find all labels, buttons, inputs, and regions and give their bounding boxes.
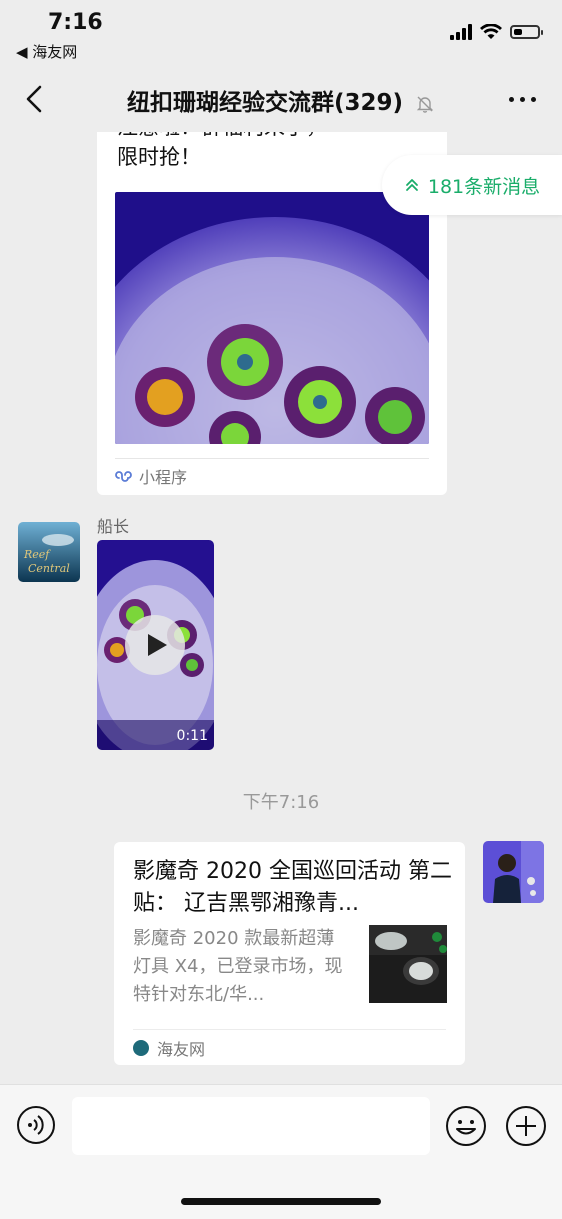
battery-level [514,29,522,35]
message-timestamp: 下午7:16 [242,792,320,813]
battery-icon [510,25,543,39]
new-messages-button[interactable]: 181条新消息 [382,155,562,215]
article-description: 影魔奇 2020 款最新超薄灯具 X4，已登录市场，现特针对东北/华... [133,928,343,1005]
dot [531,97,536,102]
video-message[interactable]: 0:11 [97,540,214,750]
dot [520,97,525,102]
article-link-card[interactable]: 影魔奇 2020 全国巡回活动 第二贴： 辽吉黑鄂湘豫青... 影魔奇 2020… [114,842,465,1065]
status-time: 7:16 [48,10,103,35]
message-input[interactable] [72,1097,430,1155]
wifi-icon [480,24,502,39]
chat-header: 纽扣珊瑚经验交流群(329) [0,66,562,132]
article-title: 影魔奇 2020 全国巡回活动 第二贴： 辽吉黑鄂湘豫青... [133,859,452,916]
my-avatar[interactable] [483,841,544,903]
site-logo-icon [133,1040,149,1056]
article-source: 海友网 [157,1040,206,1059]
coral-photo [115,192,429,444]
svg-text:Central: Central [28,562,70,575]
plus-icon[interactable] [505,1105,547,1147]
card-text: 注意啦！群福利来了， 限时抢！ [117,132,327,172]
voice-icon[interactable] [16,1105,56,1145]
back-to-app-link[interactable]: ◀ 海友网 [16,41,77,62]
article-source-row: 海友网 [133,1036,205,1060]
card-divider [133,1029,446,1030]
miniprogram-label: 小程序 [139,468,188,487]
new-messages-label: 181条新消息 [427,175,541,198]
status-bar: 7:16 ◀ 海友网 [0,0,562,66]
more-options-button[interactable] [509,97,536,102]
card-divider [115,458,429,459]
video-duration: 0:11 [176,728,208,744]
sender-name: 船长 [97,517,130,536]
card-text-line: 限时抢！ [117,145,201,169]
double-chevron-up-icon [405,179,418,191]
play-button[interactable] [125,615,185,675]
mute-bell-icon [416,96,434,113]
card-text-line: 注意啦！群福利来了， [117,132,327,142]
chat-title-row: 纽扣珊瑚经验交流群(329) [0,83,562,117]
card-footer: 小程序 [115,464,187,488]
miniprogram-icon [115,471,132,482]
article-thumbnail [369,925,447,1003]
home-indicator[interactable] [181,1198,381,1205]
chat-title: 纽扣珊瑚经验交流群(329) [126,90,404,116]
emoji-icon[interactable] [445,1105,487,1147]
status-icons [450,24,543,40]
cellular-signal-icon [450,24,472,40]
dot [509,97,514,102]
chat-messages[interactable]: 注意啦！群福利来了， 限时抢！ [0,132,562,1084]
svg-text:Reef: Reef [23,548,51,561]
sender-avatar[interactable]: Reef Central [18,522,80,582]
